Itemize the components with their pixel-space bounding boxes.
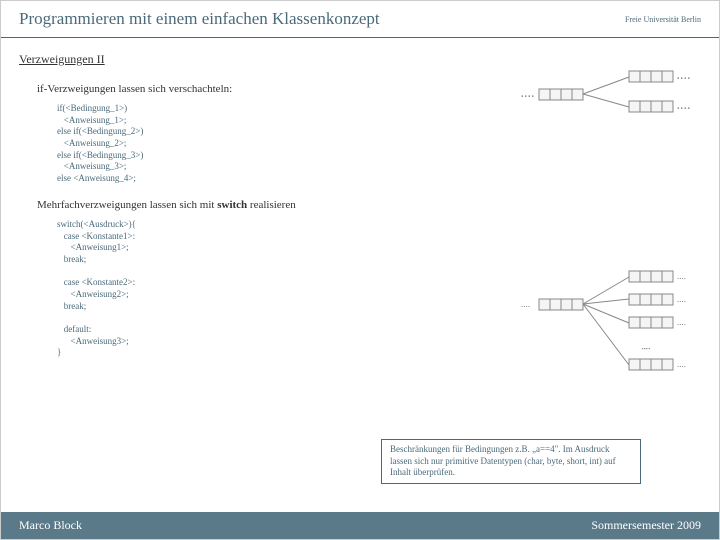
footer: Marco Block Sommersemester 2009 — [1, 512, 719, 539]
page-title: Programmieren mit einem einfachen Klasse… — [19, 9, 380, 29]
footer-term: Sommersemester 2009 — [591, 518, 701, 533]
switch-intro-pre: Mehrfachverzweigungen lassen sich mit — [37, 199, 217, 211]
branch-diagram-multiway: .... .... .... .... .... ⁞ — [519, 269, 699, 384]
svg-text:....: .... — [677, 71, 691, 82]
university-logo: Freie Universität Berlin — [625, 15, 701, 24]
svg-text:....: .... — [677, 101, 691, 112]
footer-author: Marco Block — [19, 518, 82, 533]
switch-keyword: switch — [217, 199, 247, 211]
header: Programmieren mit einem einfachen Klasse… — [1, 1, 719, 38]
branch-diagram-2way: .... .... .... — [519, 69, 699, 124]
svg-text:....: .... — [677, 317, 686, 327]
svg-text:....: .... — [521, 299, 530, 309]
switch-intro-post: realisieren — [247, 199, 296, 211]
switch-intro: Mehrfachverzweigungen lassen sich mit sw… — [37, 199, 701, 211]
svg-text:....: .... — [677, 271, 686, 281]
svg-text:....: .... — [677, 359, 686, 369]
svg-text:⁞: ⁞ — [639, 347, 653, 350]
note-box: Beschränkungen für Bedingungen z.B. „a==… — [381, 439, 641, 484]
svg-text:....: .... — [521, 89, 535, 100]
section-heading: Verzweigungen II — [19, 52, 701, 67]
svg-text:....: .... — [677, 294, 686, 304]
